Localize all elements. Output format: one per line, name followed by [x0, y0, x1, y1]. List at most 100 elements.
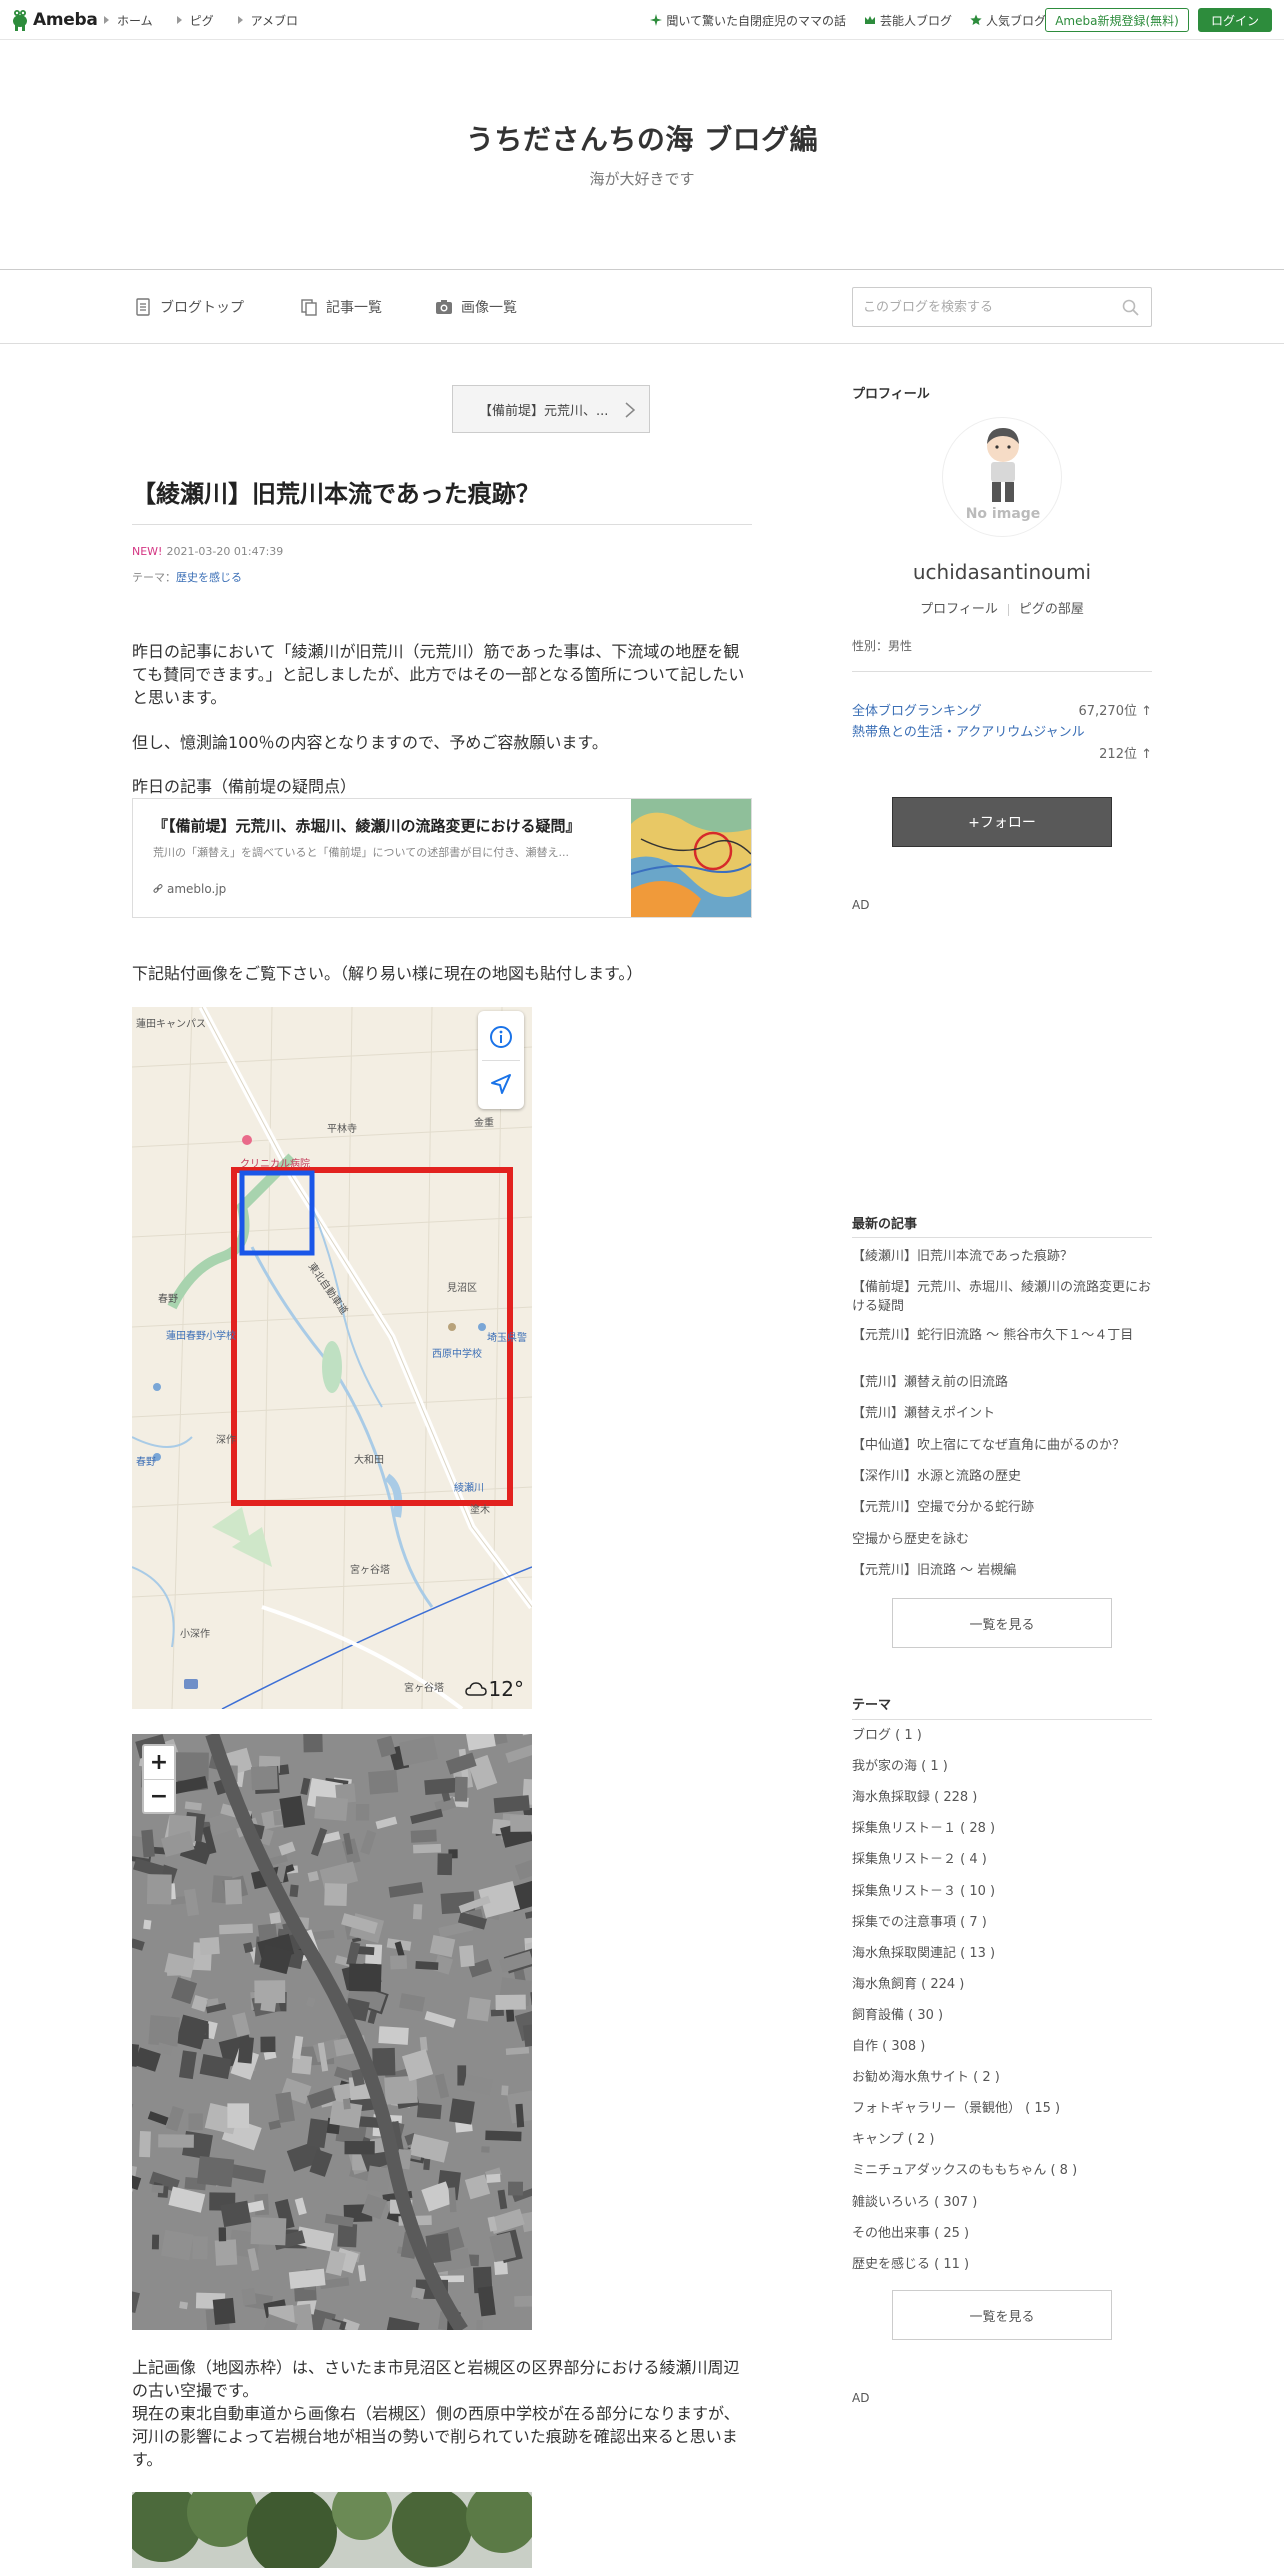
theme-link[interactable]: 採集魚リスト－２ ( 4 )	[852, 1850, 1152, 1869]
link-card-thumbnail	[631, 799, 751, 917]
recent-article-link[interactable]: 【深作川】水源と流路の歴史	[852, 1467, 1152, 1486]
nav-ameblo[interactable]: アメブロ	[237, 12, 298, 29]
recent-article-link[interactable]: 【元荒川】旧流路 〜 岩槻編	[852, 1561, 1152, 1580]
location-arrow-icon[interactable]	[489, 1072, 513, 1096]
weather-indicator: 12°	[464, 1677, 524, 1701]
recent-article-link[interactable]: 【備前堤】元荒川、赤堀川、綾瀬川の流路変更における疑問	[852, 1278, 1152, 1316]
map-label: クリニカル病院	[240, 1159, 310, 1170]
recent-article-link[interactable]: 【中仙道】吹上宿にてなぜ直角に曲がるのか？	[852, 1436, 1152, 1455]
theme-link[interactable]: 海水魚飼育 ( 224 )	[852, 1975, 1152, 1994]
profile-sex: 性別：男性	[852, 639, 913, 653]
ranking-overall: 全体ブログランキング 67,270位 ↑	[852, 700, 1152, 719]
map-label: 見沼区	[447, 1283, 477, 1294]
theme-link[interactable]: フォトギャラリー（景観他） ( 15 )	[852, 2099, 1152, 2118]
map-label: 小深作	[180, 1629, 210, 1640]
profile-link[interactable]: プロフィール	[920, 602, 998, 617]
theme-link[interactable]: ブログ ( 1 )	[852, 1726, 1152, 1745]
svg-text:No image: No image	[966, 506, 1041, 522]
recent-article-link[interactable]: 【荒川】瀬替えポイント	[852, 1404, 1152, 1423]
featured-links: 聞いて驚いた自閉症児のママの話 芸能人ブログ 人気ブログ	[650, 0, 1046, 40]
avatar[interactable]: No image	[942, 417, 1062, 537]
recent-article-link[interactable]: 【元荒川】空撮で分かる蛇行跡	[852, 1498, 1152, 1517]
link-card-title: 『【備前堤】元荒川、赤堀川、綾瀬川の流路変更における疑問』	[153, 817, 581, 835]
ad-label: AD	[852, 898, 870, 912]
theme-link[interactable]: 雑談いろいろ ( 307 )	[852, 2193, 1152, 2212]
new-badge: NEW!	[132, 545, 163, 558]
image-list-link[interactable]: 画像一覧	[435, 297, 517, 317]
star-icon	[970, 14, 982, 25]
map-controls	[478, 1011, 524, 1109]
triangle-right-icon	[176, 16, 182, 24]
divider	[852, 671, 1152, 672]
recent-article-link[interactable]: 【元荒川】蛇行旧流路 〜 熊谷市久下１〜４丁目	[852, 1326, 1152, 1345]
pigg-room-link[interactable]: ピグの部屋	[1019, 602, 1084, 617]
featured-link-celebrity[interactable]: 芸能人ブログ	[864, 12, 952, 29]
theme-link[interactable]: その他出来事 ( 25 )	[852, 2224, 1152, 2243]
theme-link[interactable]: 歴史を感じる ( 11 )	[852, 2255, 1152, 2274]
map-label: 西原中学校	[432, 1349, 482, 1360]
profile-heading: プロフィール	[852, 387, 930, 402]
recent-heading: 最新の記事	[852, 1217, 918, 1232]
article-paragraph-3: 昨日の記事（備前堤の疑問点）	[132, 777, 357, 796]
login-button[interactable]: ログイン	[1198, 8, 1272, 32]
copy-icon	[301, 299, 317, 316]
nav-home[interactable]: ホーム	[104, 12, 153, 29]
theme-link[interactable]: 採集魚リスト－３ ( 10 )	[852, 1882, 1152, 1901]
recent-article-link[interactable]: 空撮から歴史を詠む	[852, 1530, 1152, 1549]
global-header: Ameba ホーム ピグ アメブロ 聞いて驚いた自閉症児のママの話 芸能人ブログ…	[0, 0, 1284, 40]
map-label: 宮ヶ谷塔	[350, 1565, 390, 1576]
theme-link[interactable]: キャンプ ( 2 )	[852, 2130, 1152, 2149]
map-label: 春野	[136, 1457, 156, 1468]
map-label: 平林寺	[327, 1124, 357, 1135]
article-paragraph-2: 但し、憶測論100％の内容となりますので、予めご容赦願います。	[132, 733, 608, 752]
theme-link[interactable]: 自作 ( 308 )	[852, 2037, 1152, 2056]
theme-link[interactable]: 海水魚採取関連記 ( 13 )	[852, 1944, 1152, 1963]
ameba-frog-icon	[13, 10, 27, 31]
featured-link-autism[interactable]: 聞いて驚いた自閉症児のママの話	[650, 12, 846, 29]
theme-link[interactable]: 海水魚採取録 ( 228 )	[852, 1788, 1152, 1807]
article-photo	[132, 2492, 532, 2568]
logo-text: Ameba	[33, 10, 98, 30]
aerial-photo-map: + −	[132, 1734, 532, 2330]
theme-link[interactable]: 飼育設備 ( 30 )	[852, 2006, 1152, 2025]
link-card[interactable]: 『【備前堤】元荒川、赤堀川、綾瀬川の流路変更における疑問』 荒川の「瀬替え」を調…	[132, 798, 752, 918]
previous-article-button[interactable]: 【備前堤】元荒川、...	[452, 385, 650, 433]
theme-link[interactable]: 採集魚リスト－１ ( 28 )	[852, 1819, 1152, 1838]
nav-pigg[interactable]: ピグ	[176, 12, 214, 29]
article-theme: テーマ：歴史を感じる	[132, 571, 242, 584]
blog-top-link[interactable]: ブログトップ	[134, 297, 244, 317]
map-label: 塗木	[470, 1505, 490, 1516]
article-title[interactable]: 【綾瀬川】旧荒川本流であった痕跡？	[132, 474, 752, 509]
theme-link[interactable]: 歴史を感じる	[176, 571, 242, 584]
map-label: 蓮田キャンパス	[136, 1019, 206, 1030]
recent-article-link[interactable]: 【綾瀬川】旧荒川本流であった痕跡？	[852, 1247, 1152, 1266]
register-button[interactable]: Ameba新規登録(無料)	[1045, 8, 1189, 32]
zoom-in-button[interactable]: +	[144, 1746, 174, 1779]
blog-nav: ブログトップ 記事一覧 画像一覧	[0, 270, 1284, 344]
aerial-photo	[132, 1734, 532, 2330]
search-icon[interactable]	[1122, 299, 1139, 316]
map-label: 綾瀬川	[454, 1483, 484, 1494]
blog-title[interactable]: うちださんちの海 ブログ編	[0, 118, 1284, 158]
ranking-genre-link[interactable]: 熱帯魚との生活・アクアリウムジャンル	[852, 725, 1085, 740]
ameba-logo[interactable]: Ameba	[12, 8, 98, 32]
profile-name[interactable]: uchidasantinoumi	[852, 560, 1152, 584]
document-icon	[136, 298, 150, 316]
link-icon	[153, 884, 163, 893]
featured-link-popular[interactable]: 人気ブログ	[970, 12, 1046, 29]
recent-article-link[interactable]: 【荒川】瀬替え前の旧流路	[852, 1373, 1152, 1392]
search-input[interactable]	[863, 297, 1113, 317]
ranking-overall-link[interactable]: 全体ブログランキング	[852, 704, 982, 719]
info-icon[interactable]	[489, 1025, 513, 1049]
theme-link[interactable]: ミニチュアダックスのももちゃん ( 8 )	[852, 2161, 1152, 2180]
theme-link[interactable]: お勧め海水魚サイト ( 2 )	[852, 2068, 1152, 2087]
recent-more-button[interactable]: 一覧を見る	[892, 1598, 1112, 1648]
theme-link[interactable]: 採集での注意事項 ( 7 )	[852, 1913, 1152, 1932]
zoom-out-button[interactable]: −	[144, 1779, 174, 1812]
current-map-image: 蓮田キャンパス 平林寺 金重 クリニカル病院 東北自動車道 春野 蓮田春野小学校…	[132, 1007, 532, 1709]
follow-button[interactable]: +フォロー	[892, 797, 1112, 847]
theme-more-button[interactable]: 一覧を見る	[892, 2290, 1112, 2340]
theme-link[interactable]: 我が家の海 ( 1 )	[852, 1757, 1152, 1776]
entry-list-link[interactable]: 記事一覧	[300, 297, 382, 317]
divider	[482, 1060, 520, 1061]
